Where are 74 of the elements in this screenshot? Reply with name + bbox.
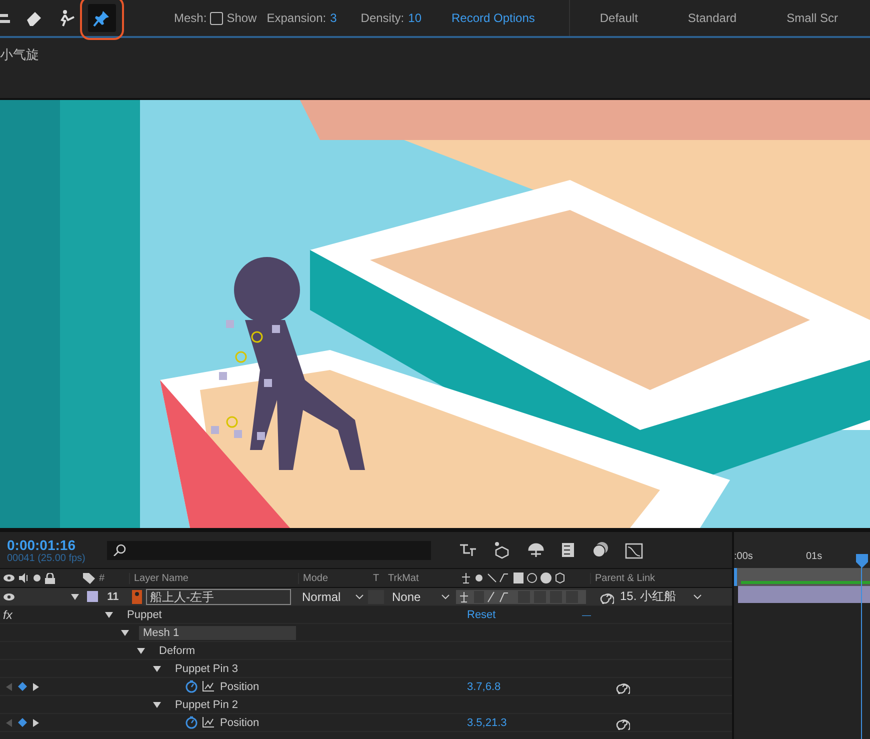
mesh-label: Mesh:: [174, 11, 207, 25]
next-keyframe-icon[interactable]: [33, 682, 39, 690]
stopwatch-icon[interactable]: [185, 716, 198, 729]
density-value[interactable]: 10: [408, 11, 422, 25]
timecode[interactable]: 0:00:01:16: [7, 536, 105, 552]
expanded-triangle-icon[interactable]: [121, 628, 129, 636]
puppet-layer-icon: [132, 590, 142, 604]
composition-tab[interactable]: 小气旋: [0, 46, 39, 64]
eye-icon: [3, 573, 15, 583]
expanded-triangle-icon[interactable]: [137, 646, 145, 654]
frame-count: 00041 (25.00 fps): [7, 552, 86, 564]
graph-editor-icon[interactable]: [625, 541, 643, 559]
expanded-triangle-icon[interactable]: [153, 664, 161, 672]
expansion-label: Expansion:: [266, 11, 326, 25]
graph-icon[interactable]: [202, 717, 214, 728]
record-options-link[interactable]: Record Options: [452, 0, 570, 36]
pin-tool-button[interactable]: [88, 4, 116, 32]
show-label: Show: [226, 11, 257, 25]
eye-icon[interactable]: [3, 592, 15, 602]
layer-name-field[interactable]: 船上人-左手: [146, 588, 291, 604]
property-value[interactable]: 3.7,6.8: [467, 680, 501, 692]
trkmat-column-header: TrkMat: [388, 572, 420, 584]
property-group-name[interactable]: Puppet: [123, 608, 166, 622]
dash-value[interactable]: —: [582, 610, 591, 620]
t-column-header: T: [373, 572, 380, 584]
pin-icon: [93, 9, 111, 27]
chevron-icon: [355, 594, 364, 600]
speaker-icon: [19, 573, 29, 583]
mode-dropdown[interactable]: Normal: [299, 590, 364, 604]
solo-dot-icon: [33, 574, 41, 582]
show-checkbox[interactable]: [210, 12, 223, 24]
workspace-tab[interactable]: Default: [600, 11, 638, 25]
expanded-triangle-icon[interactable]: [105, 610, 113, 618]
tag-icon: [83, 572, 95, 584]
next-keyframe-icon[interactable]: [33, 718, 39, 726]
trkmat-dropdown[interactable]: None: [392, 590, 450, 604]
property-name: Position: [220, 716, 260, 728]
parent-dropdown[interactable]: 15. 小红船: [620, 588, 702, 605]
hierarchy-icon[interactable]: [459, 542, 477, 558]
workspace-tab[interactable]: Standard: [688, 11, 737, 25]
lock-icon: [45, 572, 55, 584]
effect-label[interactable]: fx: [3, 608, 12, 622]
cube-icon[interactable]: [493, 541, 511, 559]
layer-row[interactable]: 11 船上人-左手 Normal None 15. 小红船: [0, 588, 732, 606]
layer-name-column-header[interactable]: Layer Name: [129, 572, 298, 584]
number-column-header: #: [99, 572, 106, 584]
property-name: Position: [220, 680, 260, 692]
property-group-name[interactable]: Mesh 1: [139, 626, 296, 640]
expanded-triangle-icon[interactable]: [153, 700, 161, 708]
parent-link-column-header: Parent & Link: [590, 572, 656, 584]
keyframe-diamond-icon[interactable]: [18, 718, 27, 727]
ruler-label: 01s: [806, 551, 822, 562]
property-group-name[interactable]: Deform: [155, 644, 200, 658]
search-field[interactable]: [107, 540, 431, 560]
stopwatch-icon[interactable]: [185, 680, 198, 693]
chevron-icon: [441, 594, 450, 600]
ruler-label: :00s: [734, 551, 753, 562]
search-icon: [113, 544, 127, 556]
workspace-tab[interactable]: Small Scr: [786, 11, 838, 25]
graph-icon[interactable]: [202, 681, 214, 692]
property-group-name[interactable]: Puppet Pin 3: [171, 662, 242, 676]
playhead-icon[interactable]: [856, 554, 868, 568]
label-color-swatch[interactable]: [87, 591, 98, 602]
layer-number: 11: [106, 590, 120, 602]
property-value[interactable]: Reset: [467, 608, 496, 620]
eraser-icon: [25, 9, 43, 27]
keyframe-diamond-icon[interactable]: [18, 682, 27, 691]
chevron-icon: [693, 594, 702, 600]
property-value[interactable]: 3.5,21.3: [467, 716, 507, 728]
expansion-value[interactable]: 3: [330, 11, 337, 25]
property-group-name[interactable]: Puppet Pin 2: [171, 698, 242, 712]
expanded-triangle-icon[interactable]: [71, 592, 79, 600]
density-label: Density:: [360, 11, 404, 25]
mode-column-header: Mode: [298, 572, 373, 584]
